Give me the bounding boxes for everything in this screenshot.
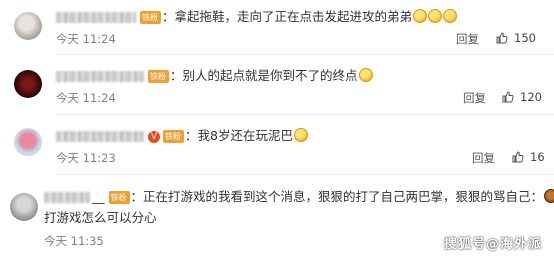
- comment-line: V 铁粉 ：我8岁还在玩泥巴: [56, 127, 308, 145]
- reply-button[interactable]: 回复: [463, 90, 486, 106]
- comment-time: 今天 11:24: [56, 91, 116, 105]
- verified-badge: V: [148, 130, 160, 143]
- username[interactable]: [56, 131, 144, 142]
- emoji-icon: [293, 128, 308, 142]
- divider: [56, 174, 554, 175]
- comment-line: 铁粉 ：别人的起点就是你到不了的终点: [56, 67, 373, 85]
- emoji-icon: [358, 68, 373, 82]
- avatar[interactable]: [10, 193, 38, 221]
- like-button[interactable]: 150: [496, 31, 536, 45]
- emoji-icon: [443, 9, 458, 23]
- comment-time: 今天 11:23: [56, 151, 116, 165]
- username[interactable]: [44, 192, 90, 203]
- thumb-up-icon: [496, 32, 508, 44]
- fan-badge: 铁粉: [163, 130, 184, 143]
- comment-time: 今天 11:35: [44, 234, 104, 248]
- reply-button[interactable]: 回复: [456, 31, 479, 47]
- avatar[interactable]: [14, 12, 42, 40]
- like-count: 16: [530, 150, 545, 164]
- comment-line: 铁粉 ：拿起拖鞋，走向了正在点击发起进攻的弟弟: [56, 8, 458, 26]
- comment-text-line2: 打游戏怎么可以分心: [44, 210, 157, 225]
- emoji-icon: [413, 9, 428, 23]
- username-suffix: __: [92, 189, 105, 204]
- comment-text: 我8岁还在玩泥巴: [197, 128, 293, 143]
- avatar[interactable]: [14, 70, 42, 98]
- divider: [56, 54, 554, 55]
- comment-text: 正在打游戏的我看到这个消息，狠狠的打了自己两巴掌，狠狠的骂自己：: [143, 189, 544, 204]
- avatar[interactable]: [14, 128, 42, 156]
- fan-badge: 铁粉: [108, 191, 130, 204]
- comment-text: 拿起拖鞋，走向了正在点击发起进攻的弟弟: [174, 9, 413, 24]
- username[interactable]: [56, 71, 144, 82]
- like-button[interactable]: 16: [512, 150, 545, 164]
- comment-text: 别人的起点就是你到不了的终点: [182, 68, 358, 83]
- like-button[interactable]: 120: [502, 90, 542, 104]
- emoji-icon: [428, 9, 443, 23]
- fan-badge: 铁粉: [148, 70, 169, 83]
- comment-line: __铁粉：正在打游戏的我看到这个消息，狠狠的打了自己两巴掌，狠狠的骂自己：的: [44, 188, 554, 206]
- fan-badge: 铁粉: [140, 11, 161, 24]
- reply-button[interactable]: 回复: [472, 150, 495, 166]
- watermark: 搜狐号@海外派: [443, 237, 542, 252]
- like-count: 120: [520, 90, 542, 104]
- thumb-up-icon: [502, 91, 514, 103]
- thumb-up-icon: [512, 151, 524, 163]
- username[interactable]: [56, 12, 136, 23]
- like-count: 150: [514, 31, 536, 45]
- divider: [56, 114, 554, 115]
- emoji-icon: [544, 189, 554, 203]
- comment-time: 今天 11:24: [56, 32, 116, 46]
